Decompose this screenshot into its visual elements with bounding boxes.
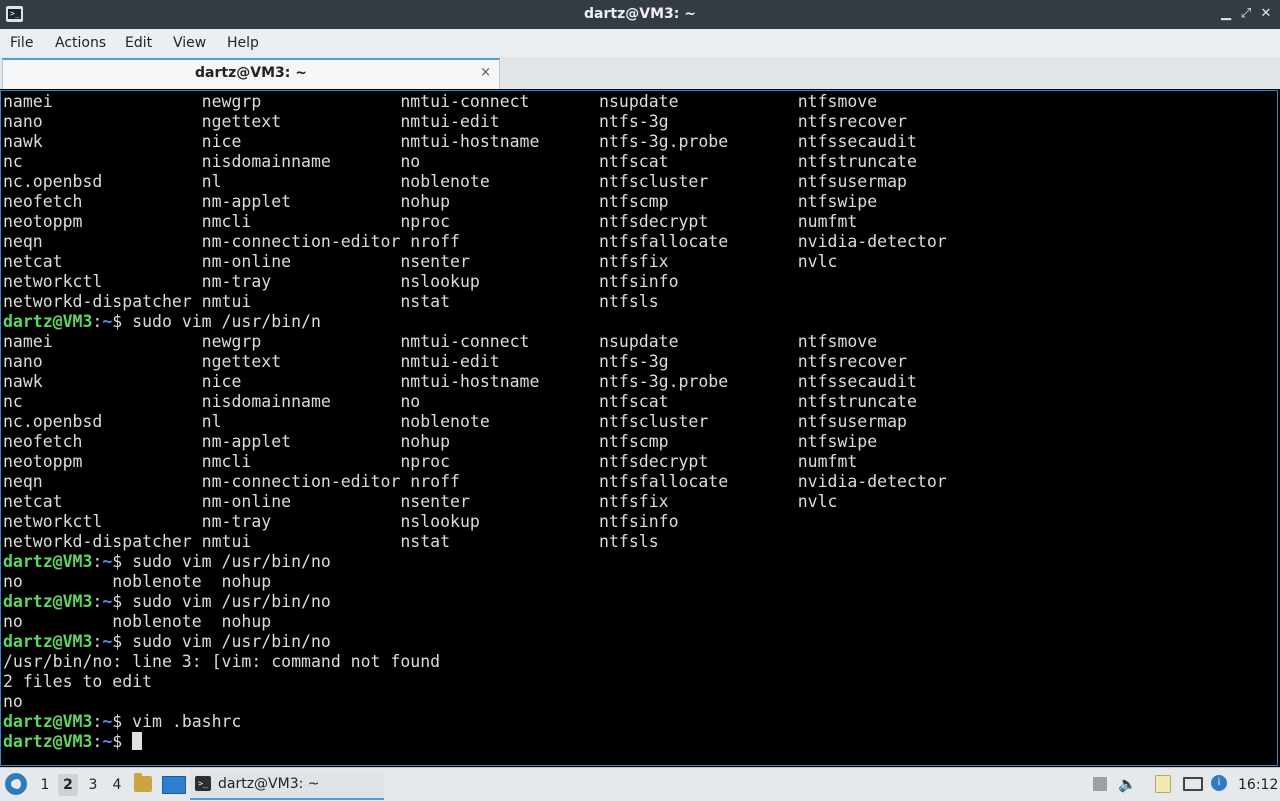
terminal-line: neqn nm-connection-editor nroff ntfsfall… [3, 232, 947, 251]
terminal-prompt-line: dartz@VM3:~$ sudo vim /usr/bin/no [3, 592, 947, 612]
terminal-line: networkctl nm-tray nslookup ntfsinfo [3, 272, 679, 291]
volume-icon[interactable]: 🔈 [1118, 775, 1137, 793]
tab-bar: dartz@VM3: ~ × [0, 57, 1280, 89]
terminal-line: no noblenote nohup [3, 572, 272, 591]
prompt-separator: : [92, 632, 103, 651]
terminal-line: neotoppm nmcli nproc ntfsdecrypt numfmt [3, 452, 858, 471]
network-icon[interactable] [1183, 777, 1203, 791]
prompt-user: dartz@VM3 [3, 732, 93, 751]
terminal-line: neotoppm nmcli nproc ntfsdecrypt numfmt [3, 212, 858, 231]
prompt-separator: : [92, 732, 103, 751]
prompt-path: ~ [102, 712, 113, 731]
prompt-command: $ sudo vim /usr/bin/no [112, 592, 331, 611]
workspace-1[interactable]: 1 [35, 774, 55, 796]
minimize-button[interactable]: ▁ [1216, 4, 1236, 24]
prompt-user: dartz@VM3 [3, 552, 93, 571]
prompt-separator: : [92, 592, 103, 611]
prompt-path: ~ [102, 632, 113, 651]
terminal-line: nawk nice nmtui-hostname ntfs-3g.probe n… [3, 132, 917, 151]
prompt-command: $ sudo vim /usr/bin/no [112, 632, 331, 651]
terminal-prompt-line: dartz@VM3:~$ sudo vim /usr/bin/no [3, 632, 947, 652]
menu-bar: File Actions Edit View Help [0, 29, 1280, 58]
prompt-user: dartz@VM3 [3, 312, 93, 331]
prompt-path: ~ [102, 592, 113, 611]
menu-edit[interactable]: Edit [125, 29, 152, 57]
terminal-prompt-line: dartz@VM3:~$ sudo vim /usr/bin/n [3, 312, 947, 332]
terminal-line: namei newgrp nmtui-connect nsupdate ntfs… [3, 332, 878, 351]
terminal-prompt-line: dartz@VM3:~$ vim .bashrc [3, 712, 947, 732]
workspace-4[interactable]: 4 [107, 774, 127, 796]
menu-actions[interactable]: Actions [55, 29, 106, 57]
terminal-line: /usr/bin/no: line 3: [vim: command not f… [3, 652, 441, 671]
prompt-path: ~ [102, 312, 113, 331]
file-manager-icon[interactable] [134, 773, 152, 792]
prompt-command: $ sudo vim /usr/bin/no [112, 552, 331, 571]
menu-help[interactable]: Help [227, 29, 259, 57]
terminal-icon: >_ [195, 776, 211, 791]
terminal-line: nano ngettext nmtui-edit ntfs-3g ntfsrec… [3, 352, 907, 371]
terminal-view[interactable]: namei newgrp nmtui-connect nsupdate ntfs… [0, 90, 1278, 766]
prompt-user: dartz@VM3 [3, 712, 93, 731]
window-title: dartz@VM3: ~ [584, 6, 696, 22]
prompt-user: dartz@VM3 [3, 632, 93, 651]
lubuntu-logo-icon[interactable] [5, 773, 27, 795]
terminal-line: neofetch nm-applet nohup ntfscmp ntfswip… [3, 192, 878, 211]
prompt-command: $ vim .bashrc [112, 712, 242, 731]
terminal-prompt-line: dartz@VM3:~$ [3, 732, 947, 752]
terminal-line: networkd-dispatcher nmtui nstat ntfsls [3, 532, 659, 551]
taskbar: 1 2 3 4 >_ dartz@VM3: ~ 🔈 i 16:12 [0, 767, 1280, 801]
taskbar-window-button[interactable]: >_ dartz@VM3: ~ [190, 771, 384, 800]
updates-icon[interactable]: i [1211, 775, 1227, 791]
terminal-line: networkd-dispatcher nmtui nstat ntfsls [3, 292, 659, 311]
window-titlebar[interactable]: >_ dartz@VM3: ~ ▁ ⤢ ✕ [0, 0, 1280, 29]
taskbar-window-label: dartz@VM3: ~ [218, 776, 320, 792]
clipboard-icon[interactable] [1155, 775, 1171, 793]
terminal-output: namei newgrp nmtui-connect nsupdate ntfs… [3, 92, 947, 752]
workspace-2[interactable]: 2 [58, 774, 78, 796]
tray-expand-icon[interactable] [1093, 777, 1107, 791]
prompt-separator: : [92, 312, 103, 331]
terminal-line: nc.openbsd nl noblenote ntfscluster ntfs… [3, 412, 907, 431]
tab-label: dartz@VM3: ~ [195, 65, 307, 81]
terminal-line: neqn nm-connection-editor nroff ntfsfall… [3, 472, 947, 491]
terminal-line: no noblenote nohup [3, 612, 272, 631]
terminal-line: nc.openbsd nl noblenote ntfscluster ntfs… [3, 172, 907, 191]
prompt-user: dartz@VM3 [3, 592, 93, 611]
terminal-line: networkctl nm-tray nslookup ntfsinfo [3, 512, 679, 531]
terminal-line: netcat nm-online nsenter ntfsfix nvlc [3, 492, 838, 511]
prompt-separator: : [92, 552, 103, 571]
prompt-path: ~ [102, 732, 113, 751]
maximize-button[interactable]: ⤢ [1236, 4, 1256, 24]
terminal-line: netcat nm-online nsenter ntfsfix nvlc [3, 252, 838, 271]
tab-terminal[interactable]: dartz@VM3: ~ × [2, 58, 500, 89]
prompt-path: ~ [102, 552, 113, 571]
terminal-prompt-line: dartz@VM3:~$ sudo vim /usr/bin/no [3, 552, 947, 572]
terminal-line: nc nisdomainname no ntfscat ntfstruncate [3, 392, 917, 411]
prompt-separator: : [92, 712, 103, 731]
terminal-line: namei newgrp nmtui-connect nsupdate ntfs… [3, 92, 878, 111]
tab-close-icon[interactable]: × [480, 65, 491, 80]
terminal-line: neofetch nm-applet nohup ntfscmp ntfswip… [3, 432, 878, 451]
terminal-line: 2 files to edit [3, 672, 153, 691]
prompt-command: $ [112, 732, 133, 751]
clock[interactable]: 16:12 [1238, 774, 1278, 796]
terminal-line: nano ngettext nmtui-edit ntfs-3g ntfsrec… [3, 112, 907, 131]
workspace-3[interactable]: 3 [83, 774, 103, 796]
show-desktop-icon[interactable] [162, 776, 186, 794]
text-cursor [132, 732, 143, 750]
close-button[interactable]: ✕ [1256, 4, 1276, 24]
terminal-line: nawk nice nmtui-hostname ntfs-3g.probe n… [3, 372, 917, 391]
terminal-line: nc nisdomainname no ntfscat ntfstruncate [3, 152, 917, 171]
terminal-line: no [3, 692, 23, 711]
prompt-command: $ sudo vim /usr/bin/n [112, 312, 321, 331]
menu-view[interactable]: View [173, 29, 206, 57]
menu-file[interactable]: File [10, 29, 33, 57]
